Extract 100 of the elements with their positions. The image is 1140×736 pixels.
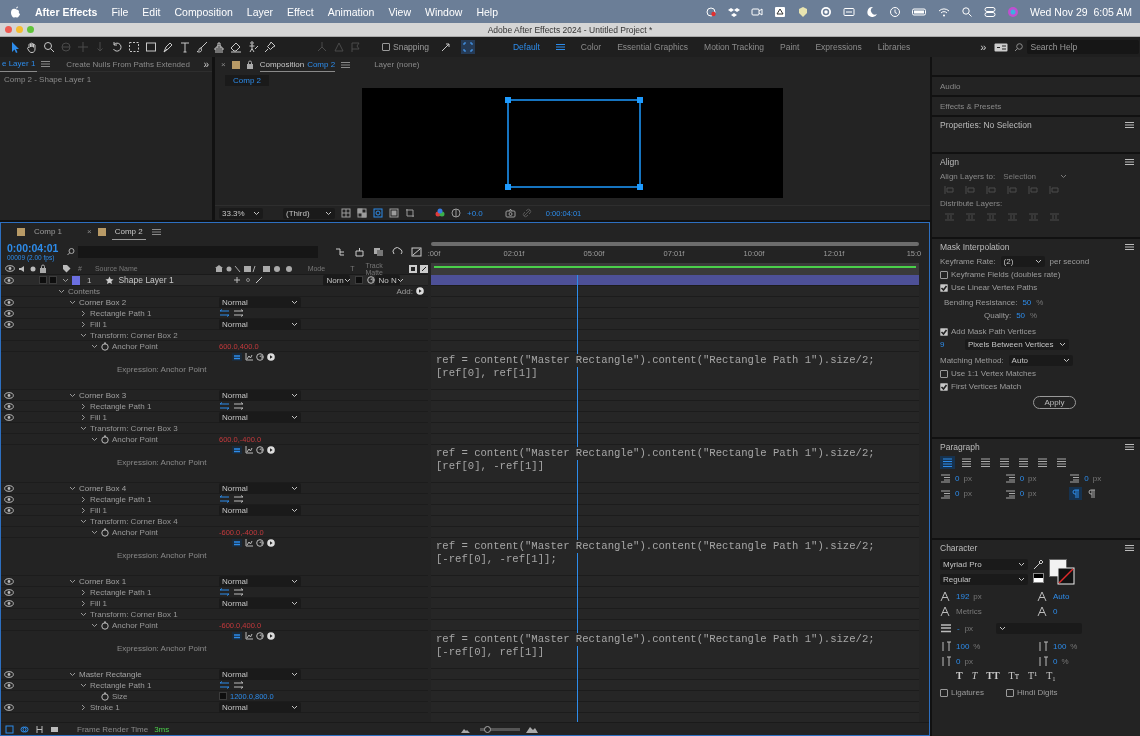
chevron-down-icon[interactable] [80, 518, 87, 524]
paragraph-align-button[interactable] [1035, 456, 1050, 469]
group-name[interactable]: Corner Box 2 [79, 297, 127, 307]
checkbox[interactable] [940, 369, 948, 378]
eye-icon[interactable] [4, 484, 14, 492]
equals-icon[interactable] [232, 353, 242, 361]
clock-icon[interactable] [889, 5, 902, 18]
matte-icon[interactable] [420, 264, 428, 273]
label-color-swatch[interactable] [72, 275, 80, 285]
direction-arrows-icon[interactable] [219, 309, 230, 317]
menu-icon[interactable] [41, 60, 51, 68]
eye-icon[interactable] [4, 391, 14, 399]
value-field[interactable]: 0 [955, 473, 960, 483]
pen-icon[interactable] [162, 41, 174, 53]
hand-icon[interactable] [26, 41, 38, 53]
stopwatch-icon[interactable] [101, 434, 109, 444]
menu-item[interactable]: Composition [174, 5, 233, 18]
selected-rectangle-drawing[interactable] [505, 97, 643, 190]
value-field[interactable]: 50 [1022, 298, 1032, 307]
direction-arrows-icon[interactable] [219, 681, 230, 689]
group-name[interactable]: Fill 1 [90, 505, 107, 515]
overflow-button[interactable]: » [980, 41, 987, 53]
expression-editor[interactable]: ref = content("Master Rectangle").content("Rectangle Path 1").size/2; [-ref[0], ref[1]] [431, 631, 919, 669]
spiral-icon[interactable] [256, 539, 264, 547]
chevron-down-icon[interactable] [58, 288, 65, 294]
layer-name[interactable]: Shape Layer 1 [118, 275, 234, 285]
value-field[interactable]: 192 [956, 592, 970, 601]
bracket-icon[interactable] [35, 724, 44, 734]
panel-tab[interactable]: Comp 1 [31, 223, 65, 240]
group-name[interactable]: Fill 1 [90, 412, 107, 422]
dashed-square-icon[interactable] [128, 41, 140, 53]
menu-item[interactable]: File [111, 5, 129, 18]
direction-arrows-icon[interactable] [233, 495, 244, 503]
mountain-icon[interactable] [526, 725, 539, 733]
stopwatch-icon[interactable] [101, 691, 109, 701]
chevron-right-icon[interactable] [81, 413, 86, 421]
badge-icon[interactable] [797, 5, 810, 18]
direction-button[interactable] [1069, 487, 1083, 500]
frame-icon[interactable] [389, 208, 399, 218]
stamp-icon[interactable] [213, 41, 225, 53]
chevron-down-icon[interactable] [91, 622, 98, 628]
chevron-right-icon[interactable] [81, 309, 86, 317]
toggle-icon[interactable] [984, 5, 997, 18]
shy-icon[interactable] [233, 276, 242, 284]
play-circle-icon[interactable] [267, 632, 275, 640]
chevron-down-icon[interactable] [69, 578, 76, 584]
exposure-icon[interactable] [451, 208, 461, 218]
vertex-mode-dropdown[interactable]: Pixels Between Vertices [965, 339, 1069, 350]
chevron-right-icon[interactable] [81, 402, 86, 410]
property-name[interactable]: Anchor Point [112, 434, 158, 444]
pin-icon[interactable] [264, 41, 276, 53]
expression-toggle[interactable] [219, 692, 227, 700]
play-circle-icon[interactable] [267, 353, 275, 361]
chevron-down-icon[interactable] [80, 425, 87, 431]
current-time[interactable]: 0:00:04:01 [7, 242, 59, 254]
group-name[interactable]: Contents [68, 286, 101, 296]
checkbox[interactable] [940, 327, 948, 336]
overflow-button[interactable]: » [203, 58, 209, 70]
value-field[interactable]: 0 [1084, 473, 1089, 483]
graph-editor-icon[interactable] [411, 246, 423, 257]
group-name[interactable]: Transform: Corner Box 3 [90, 423, 178, 433]
mask-icon[interactable] [373, 208, 383, 218]
lock-icon[interactable] [39, 264, 47, 273]
chevron-right-icon[interactable] [81, 506, 86, 514]
chevron-down-icon[interactable] [69, 392, 76, 398]
checker-icon[interactable] [357, 208, 367, 218]
menu-icon[interactable] [1125, 158, 1134, 166]
motion-blur-icon[interactable] [392, 246, 404, 257]
switch-box[interactable] [39, 276, 47, 284]
play-circle-icon[interactable] [267, 446, 275, 454]
value-field[interactable]: 0 [955, 489, 960, 498]
menu-item[interactable]: Help [476, 5, 498, 18]
expression-editor[interactable]: ref = content("Master Rectangle").content("Rectangle Path 1").size/2; [ref[0], ref[1]] [431, 352, 919, 390]
chevron-right-icon[interactable] [81, 320, 86, 328]
panel-tab[interactable]: Layer (none) [374, 57, 420, 72]
direction-arrows-icon[interactable] [219, 588, 230, 596]
track-matte-dropdown[interactable]: No N [375, 275, 401, 286]
font-style-dropdown[interactable]: Regular [940, 574, 1028, 585]
checkbox[interactable] [940, 283, 948, 292]
swatch-icon[interactable] [1033, 573, 1044, 583]
menu-item[interactable]: View [388, 5, 412, 18]
chevron-down-icon[interactable] [91, 436, 98, 442]
property-name[interactable]: Anchor Point [112, 620, 158, 630]
paragraph-align-button[interactable] [997, 456, 1012, 469]
paragraph-align-button[interactable] [959, 456, 974, 469]
text-style-button[interactable]: Tᴛ [1008, 669, 1020, 681]
chevron-down-icon[interactable] [80, 611, 87, 617]
text-style-button[interactable]: TT [986, 669, 1000, 681]
checkbox[interactable] [940, 382, 948, 391]
shy-icon[interactable] [354, 246, 366, 257]
sun-icon[interactable] [244, 276, 253, 284]
blend-mode-dropdown[interactable]: Normal [219, 296, 301, 308]
keyframe-rate-dropdown[interactable]: (2) [1000, 256, 1045, 267]
text-style-button[interactable]: T¹ [1028, 669, 1038, 681]
spiral-icon[interactable] [367, 276, 376, 284]
menu-item[interactable]: Layer [246, 5, 274, 18]
direction-arrows-icon[interactable] [219, 495, 230, 503]
rectangle-icon[interactable] [145, 41, 157, 53]
panel-tab[interactable]: Comp 2 [111, 223, 146, 240]
search-field[interactable]: Search Help [1027, 40, 1140, 54]
